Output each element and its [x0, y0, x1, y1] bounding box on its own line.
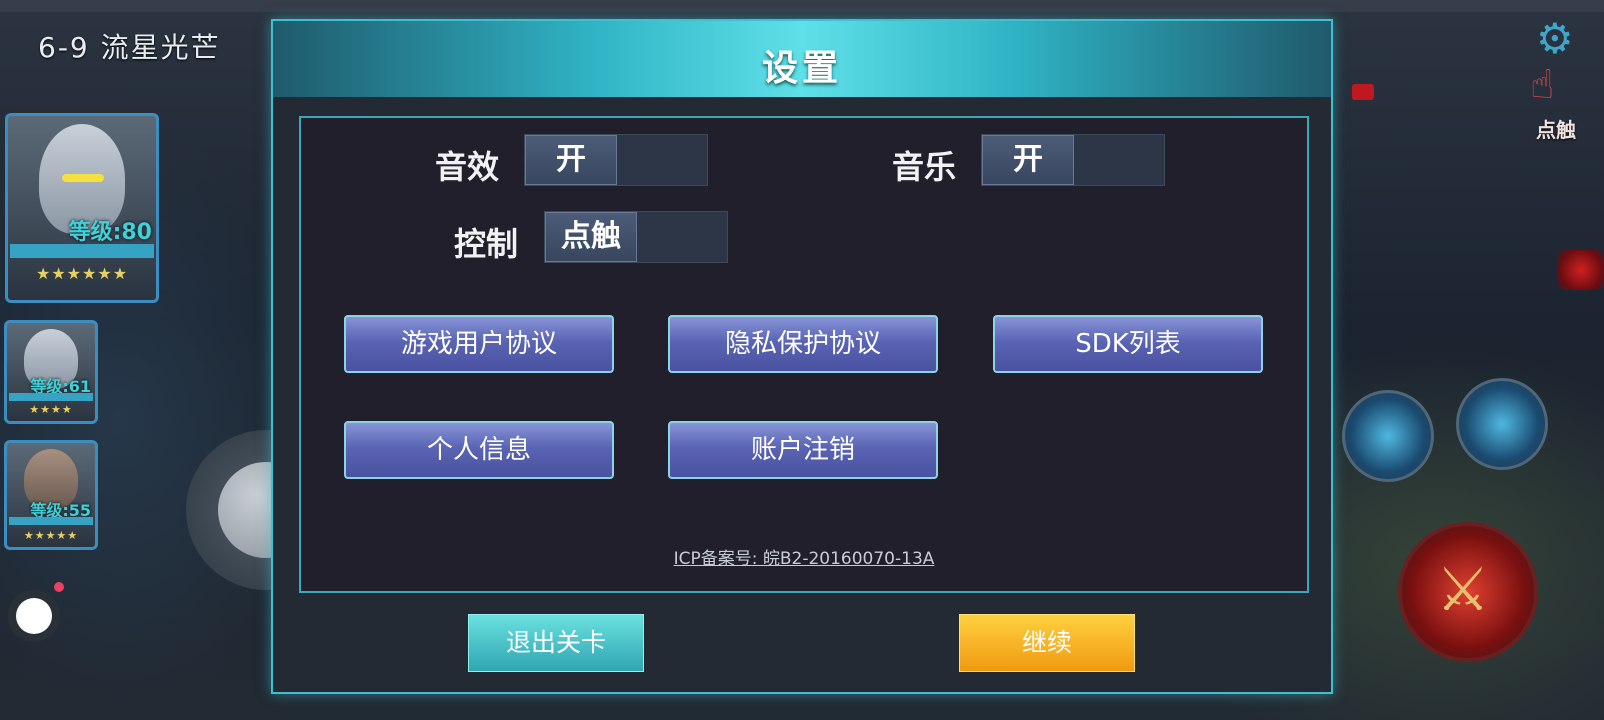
touch-mode-label: 点触: [1536, 118, 1576, 142]
settings-panel: 音效 开 音乐 开 控制 点触 游戏用户协议 隐私保护协议 SDK列表 个人信息…: [299, 116, 1309, 593]
settings-dialog: 设置 音效 开 音乐 开 控制 点触 游戏用户协议 隐私保护协议 SDK列表 个…: [271, 19, 1333, 694]
crossed-swords-icon: ⚔: [1436, 555, 1490, 625]
music-label: 音乐: [892, 148, 957, 186]
sound-label: 音效: [435, 148, 500, 186]
exit-stage-button[interactable]: 退出关卡: [468, 614, 644, 672]
control-toggle-knob: 点触: [545, 212, 637, 262]
skill-button-1[interactable]: [1342, 390, 1434, 482]
bg-top-strip: [0, 0, 1604, 12]
bg-warning-light: [1352, 84, 1374, 100]
privacy-policy-button[interactable]: 隐私保护协议: [668, 315, 938, 373]
hero-hp-bar: [9, 393, 93, 401]
sound-toggle[interactable]: 开: [524, 134, 708, 186]
hero-card-2[interactable]: 等级:61 ★★★★: [4, 320, 98, 424]
hero-hp-bar: [10, 244, 154, 258]
hero-level: 等级:80: [68, 220, 152, 245]
dialog-title: 设置: [761, 48, 842, 89]
hero-stars: ★★★★★★: [35, 264, 129, 283]
hero-stars: ★★★★: [29, 403, 73, 416]
gear-icon[interactable]: ⚙: [1536, 18, 1574, 60]
hero-card-3[interactable]: 等级:55 ★★★★★: [4, 440, 98, 550]
assist-touch-core: [16, 598, 52, 634]
stage-name: 6-9 流星光芒: [38, 31, 221, 64]
sdk-list-button[interactable]: SDK列表: [993, 315, 1263, 373]
hero-hp-bar: [9, 517, 93, 525]
pointing-hand-icon: ☝: [1530, 62, 1555, 108]
hero-card-main[interactable]: 等级:80 ★★★★★★: [5, 113, 159, 303]
music-toggle-knob: 开: [982, 135, 1074, 185]
control-toggle[interactable]: 点触: [544, 211, 728, 263]
account-cancel-button[interactable]: 账户注销: [668, 421, 938, 479]
hero-eyes: [62, 174, 104, 182]
touch-mode-indicator[interactable]: ☝ 点触: [1520, 62, 1590, 142]
continue-button[interactable]: 继续: [959, 614, 1135, 672]
control-label: 控制: [454, 225, 519, 263]
attack-button[interactable]: ⚔: [1398, 522, 1538, 662]
music-toggle[interactable]: 开: [981, 134, 1165, 186]
hero-stars: ★★★★★: [23, 529, 79, 542]
bg-red-glow: [1558, 250, 1604, 290]
dialog-header: 设置: [273, 21, 1331, 97]
assist-touch-button[interactable]: [8, 582, 64, 642]
personal-info-button[interactable]: 个人信息: [344, 421, 614, 479]
skill-button-2[interactable]: [1456, 378, 1548, 470]
user-agreement-button[interactable]: 游戏用户协议: [344, 315, 614, 373]
icp-license-link[interactable]: ICP备案号: 皖B2-20160070-13A: [301, 544, 1307, 569]
sound-toggle-knob: 开: [525, 135, 617, 185]
notification-dot: [54, 582, 64, 592]
